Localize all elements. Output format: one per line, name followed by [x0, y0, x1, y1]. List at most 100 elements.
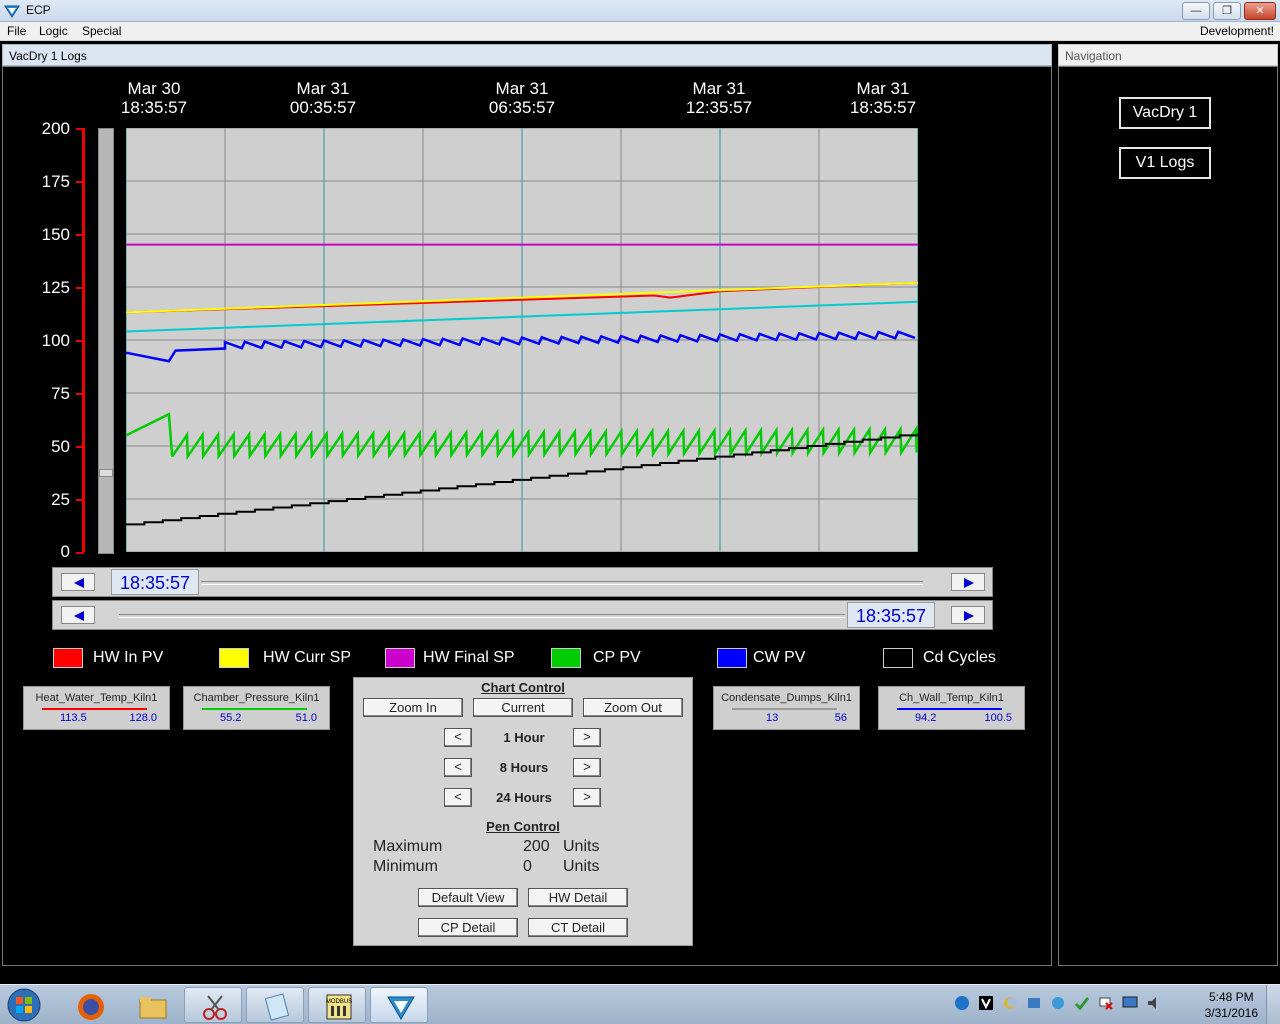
taskbar-firefox[interactable]: [60, 987, 118, 1023]
moon-icon[interactable]: [1002, 995, 1018, 1011]
range-1h-right-button[interactable]: >: [573, 728, 601, 747]
scroll-right-button[interactable]: [951, 606, 985, 624]
tag-color-line: [732, 708, 837, 710]
legend-swatch: [551, 648, 581, 668]
tag-condensate-dumps[interactable]: Condensate_Dumps_Kiln1 13 56: [713, 686, 860, 730]
tag-chamber-pressure[interactable]: Chamber_Pressure_Kiln1 55.2 51.0: [183, 686, 330, 730]
y-axis-tick: [76, 128, 84, 130]
tag-heat-water-temp[interactable]: Heat_Water_Temp_Kiln1 113.5 128.0: [23, 686, 170, 730]
start-button-icon[interactable]: [4, 987, 44, 1023]
legend-label: CW PV: [753, 649, 806, 666]
zoom-out-button[interactable]: Zoom Out: [583, 698, 683, 717]
tag-value-2: 56: [834, 712, 847, 724]
ct-detail-button[interactable]: CT Detail: [528, 918, 628, 937]
menu-bar: File Logic Special Development!: [0, 22, 1280, 41]
legend-label: Cd Cycles: [923, 649, 996, 666]
legend-swatch: [53, 648, 83, 668]
network-icon[interactable]: [954, 995, 970, 1011]
scroll-track: [201, 581, 923, 585]
y-axis-tick: [76, 340, 84, 342]
ecp-window: ECP — ❐ ✕ File Logic Special Development…: [0, 0, 1280, 1024]
menu-special[interactable]: Special: [82, 24, 121, 38]
nav-vacdry1-button[interactable]: VacDry 1: [1119, 97, 1211, 129]
close-button[interactable]: ✕: [1244, 2, 1276, 20]
nav-v1-logs-button[interactable]: V1 Logs: [1119, 147, 1211, 179]
tag-value-1: 55.2: [220, 712, 242, 724]
zoom-in-button[interactable]: Zoom In: [363, 698, 463, 717]
menu-logic[interactable]: Logic: [39, 24, 68, 38]
end-time-scrollbar[interactable]: 18:35:57: [52, 600, 993, 630]
tag-value-2: 51.0: [295, 712, 317, 724]
time-label-time: 18:35:57: [849, 98, 917, 117]
start-time-scrollbar[interactable]: 18:35:57: [52, 567, 993, 597]
navigation-panel: [1058, 66, 1278, 966]
y-scrollbar[interactable]: [98, 128, 114, 554]
volume-icon[interactable]: [1146, 995, 1162, 1011]
y-tick-label: 75: [51, 384, 70, 403]
arrow-left-icon: [74, 611, 84, 621]
arrow-right-icon: [964, 611, 974, 621]
range-1-hour: 1 Hour: [503, 730, 545, 745]
development-label[interactable]: Development!: [1200, 24, 1274, 38]
y-scrollbar-thumb[interactable]: [99, 469, 113, 477]
time-label: Mar 30 18:35:57: [99, 79, 209, 117]
y-axis-tick: [76, 552, 84, 554]
taskbar-modbus[interactable]: MODBUS: [308, 987, 366, 1023]
globe-icon[interactable]: [1050, 995, 1066, 1011]
menu-file[interactable]: File: [7, 24, 26, 38]
taskbar-notepad[interactable]: [246, 987, 304, 1023]
hw-detail-button[interactable]: HW Detail: [528, 888, 628, 907]
scroll-left-button[interactable]: [61, 606, 95, 624]
vnc-icon[interactable]: [978, 995, 994, 1011]
y-tick-label: 50: [51, 437, 70, 456]
tag-color-line: [202, 708, 307, 710]
taskbar-snipping-tool[interactable]: [184, 987, 242, 1023]
maximum-label: Maximum: [373, 838, 443, 855]
scissors-icon: [203, 995, 227, 1020]
current-button[interactable]: Current: [473, 698, 573, 717]
time-label-time: 18:35:57: [120, 98, 188, 117]
tag-ch-wall-temp[interactable]: Ch_Wall_Temp_Kiln1 94.2 100.5: [878, 686, 1025, 730]
range-8h-right-button[interactable]: >: [573, 758, 601, 777]
minimize-button[interactable]: —: [1182, 2, 1210, 20]
tag-name: Heat_Water_Temp_Kiln1: [35, 692, 158, 704]
firefox-icon: [78, 994, 104, 1020]
scroll-right-button[interactable]: [951, 573, 985, 591]
minimum-units: Units: [563, 858, 600, 875]
tag-value-1: 13: [766, 712, 779, 724]
tag-name: Condensate_Dumps_Kiln1: [721, 692, 852, 704]
check-icon[interactable]: [1074, 995, 1090, 1011]
flag-icon[interactable]: [1098, 995, 1114, 1011]
taskbar: MODBUS 5:48 PM 3/31/2016: [0, 984, 1280, 1024]
tag-value-2: 128.0: [129, 712, 157, 724]
range-8h-left-button[interactable]: <: [444, 758, 472, 777]
show-desktop-button[interactable]: [1266, 985, 1280, 1024]
ecp-app-icon: [387, 996, 415, 1020]
default-view-button[interactable]: Default View: [418, 888, 518, 907]
taskbar-ecp[interactable]: [370, 987, 428, 1023]
share-icon[interactable]: [1026, 995, 1042, 1011]
minimum-value[interactable]: 0: [523, 858, 532, 876]
legend-label: HW Curr SP: [263, 649, 351, 666]
arrow-left-icon: [74, 578, 84, 588]
scroll-left-button[interactable]: [61, 573, 95, 591]
taskbar-explorer[interactable]: [122, 987, 180, 1023]
clock-time: 5:48 PM: [1208, 990, 1254, 1004]
range-24h-left-button[interactable]: <: [444, 788, 472, 807]
window-title: ECP: [26, 3, 51, 17]
y-axis-tick: [76, 393, 84, 395]
maximize-button[interactable]: ❐: [1213, 2, 1241, 20]
maximum-value[interactable]: 200: [523, 838, 550, 856]
time-label-time: 12:35:57: [685, 98, 753, 117]
range-24h-right-button[interactable]: >: [573, 788, 601, 807]
monitor-icon[interactable]: [1122, 995, 1138, 1011]
range-8-hours: 8 Hours: [499, 760, 549, 775]
maximum-units: Units: [563, 838, 600, 855]
range-1h-left-button[interactable]: <: [444, 728, 472, 747]
legend-swatch: [717, 648, 747, 668]
taskbar-clock[interactable]: 5:48 PM 3/31/2016: [1205, 989, 1258, 1021]
time-label-date: Mar 31: [692, 79, 746, 98]
notepad-icon: [264, 993, 290, 1021]
cp-detail-button[interactable]: CP Detail: [418, 918, 518, 937]
y-axis-tick: [76, 287, 84, 289]
